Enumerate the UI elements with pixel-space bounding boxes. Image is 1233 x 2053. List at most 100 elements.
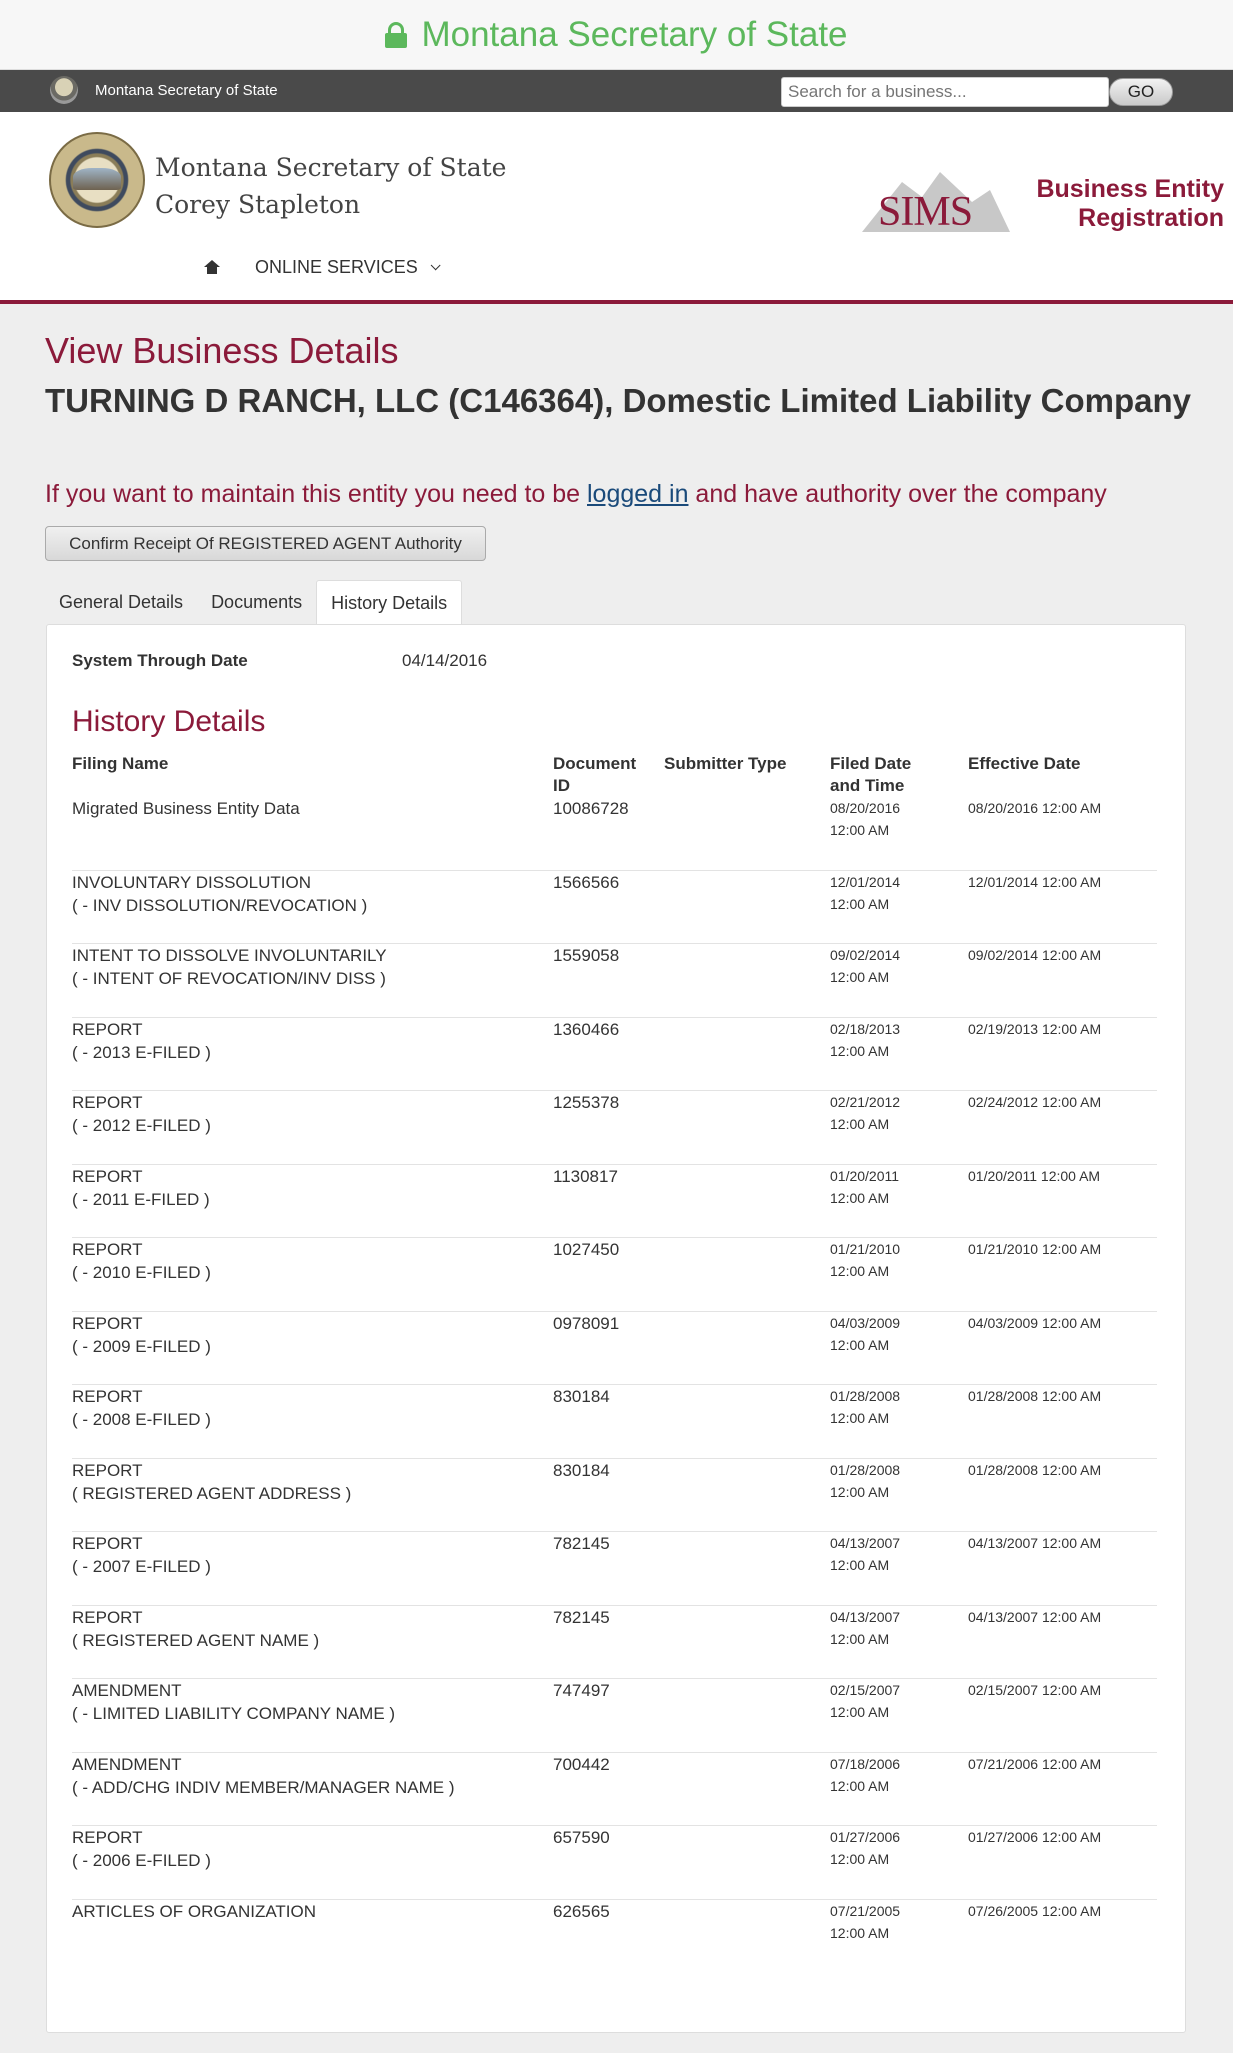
browser-address-bar[interactable]: Montana Secretary of State bbox=[0, 0, 1233, 70]
filing-subtype: ( - 2011 E-FILED ) bbox=[72, 1189, 210, 1209]
tab-documents[interactable]: Documents bbox=[197, 580, 316, 624]
filed-date-cell: 01/27/2006 12:00 AM bbox=[830, 1826, 930, 1870]
filing-subtype: ( - LIMITED LIABILITY COMPANY NAME ) bbox=[72, 1704, 396, 1723]
filed-date: 01/28/2008 bbox=[830, 1388, 901, 1404]
filing-name-cell: AMENDMENT ( - ADD/CHG INDIV MEMBER/MANAGE… bbox=[72, 1753, 542, 1799]
header-divider bbox=[0, 300, 1233, 304]
filing-name: REPORT bbox=[72, 1387, 143, 1406]
filing-name-cell: REPORT ( - 2007 E-FILED ) bbox=[72, 1532, 542, 1578]
online-services-menu[interactable]: ONLINE SERVICES bbox=[255, 257, 418, 278]
filing-name-cell: REPORT ( - 2012 E-FILED ) bbox=[72, 1091, 542, 1137]
filed-time: 12:00 AM bbox=[830, 1410, 890, 1426]
tab-general-details[interactable]: General Details bbox=[45, 580, 197, 624]
filed-date: 07/18/2006 bbox=[830, 1755, 901, 1772]
filed-date: 04/03/2009 bbox=[830, 1314, 901, 1331]
document-id: 830184 bbox=[553, 1387, 610, 1406]
org-title[interactable]: Montana Secretary of State Corey Staplet… bbox=[155, 149, 506, 223]
filed-date-cell: 01/28/2008 12:00 AM bbox=[830, 1459, 930, 1503]
table-row: REPORT ( - 2008 E-FILED ) 830184 01/28/2008… bbox=[72, 1385, 1157, 1459]
org-name: Montana Secretary of State bbox=[155, 153, 507, 182]
filing-subtype: ( - 2006 E-FILED ) bbox=[72, 1851, 211, 1870]
filed-date: 02/18/2013 bbox=[830, 1020, 901, 1037]
search-go-button[interactable]: GO bbox=[1109, 78, 1173, 106]
filing-name-cell: REPORT ( - 2013 E-FILED ) bbox=[72, 1018, 542, 1064]
document-id: 657590 bbox=[553, 1828, 610, 1847]
filed-date: 01/20/2011 bbox=[830, 1167, 900, 1184]
col-effective-date: Effective Date bbox=[968, 754, 1081, 773]
business-search-input[interactable] bbox=[781, 77, 1109, 107]
filed-date-cell: 09/02/2014 12:00 AM bbox=[830, 944, 930, 988]
detail-tabs: General Details Documents History Detail… bbox=[45, 580, 463, 626]
filed-date-cell: 01/21/2010 12:00 AM bbox=[830, 1238, 930, 1282]
table-row: REPORT ( - 2011 E-FILED ) 1130817 01/20/201… bbox=[72, 1165, 1157, 1238]
filed-date: 09/02/2014 bbox=[830, 947, 901, 963]
document-id: 1360466 bbox=[553, 1019, 620, 1039]
filing-name: INTENT TO DISSOLVE INVOLUNTARILY bbox=[72, 946, 387, 965]
table-row: REPORT ( REGISTERED AGENT NAME ) 782145 04/… bbox=[72, 1606, 1157, 1679]
entity-title: TURNING D RANCH, LLC (C146364), Domestic… bbox=[45, 382, 1191, 419]
logged-in-link[interactable]: logged in bbox=[587, 480, 688, 508]
filed-time: 12:00 AM bbox=[830, 1777, 890, 1794]
document-id: 782145 bbox=[553, 1534, 610, 1553]
col-filed-date: Filed Date and Time bbox=[830, 754, 912, 795]
filing-name-cell: REPORT ( - 2009 E-FILED ) bbox=[72, 1312, 542, 1358]
state-seal-icon[interactable] bbox=[50, 76, 78, 104]
effective-date: 07/26/2005 12:00 AM bbox=[968, 1902, 1102, 1919]
filed-time: 12:00 AM bbox=[830, 1189, 890, 1206]
document-id: 782145 bbox=[553, 1607, 610, 1627]
filing-name: REPORT bbox=[72, 1313, 143, 1333]
effective-date: 07/21/2006 12:00 AM bbox=[968, 1755, 1102, 1772]
effective-date: 08/20/2016 12:00 AM bbox=[968, 800, 1102, 816]
page-title: View Business Details bbox=[45, 330, 399, 371]
filing-subtype: ( - ADD/CHG INDIV MEMBER/MANAGER NAME ) bbox=[72, 1777, 455, 1797]
filing-subtype: ( - 2012 E-FILED ) bbox=[72, 1116, 211, 1135]
notice-text-after: and have authority over the company bbox=[688, 480, 1107, 508]
filed-date: 08/20/2016 bbox=[830, 800, 901, 816]
history-panel: System Through Date 04/14/2016 History D… bbox=[46, 624, 1186, 2033]
filed-time: 12:00 AM bbox=[830, 822, 890, 838]
document-id: 0978091 bbox=[553, 1313, 620, 1333]
page-url-title: Montana Secretary of State bbox=[421, 14, 848, 54]
table-row: INVOLUNTARY DISSOLUTION ( - INV DISSOLUTI… bbox=[72, 871, 1157, 944]
system-through-value: 04/14/2016 bbox=[402, 651, 488, 670]
filing-name: REPORT bbox=[72, 1166, 143, 1186]
filed-date: 02/15/2007 bbox=[830, 1682, 901, 1698]
tab-history-details[interactable]: History Details bbox=[316, 580, 463, 626]
filing-name-cell: REPORT ( - 2011 E-FILED ) bbox=[72, 1165, 542, 1211]
col-submitter-type: Submitter Type bbox=[664, 754, 787, 773]
filing-name: AMENDMENT bbox=[72, 1681, 182, 1700]
table-row: REPORT ( - 2007 E-FILED ) 782145 04/13/2007… bbox=[72, 1532, 1157, 1606]
filing-name-cell: Migrated Business Entity Data bbox=[72, 797, 542, 820]
filing-name-cell: AMENDMENT ( - LIMITED LIABILITY COMPANY N… bbox=[72, 1679, 542, 1725]
effective-date: 02/24/2012 12:00 AM bbox=[968, 1094, 1102, 1110]
filing-name-cell: ARTICLES OF ORGANIZATION bbox=[72, 1900, 542, 1923]
effective-date: 01/27/2006 12:00 AM bbox=[968, 1829, 1102, 1845]
effective-date: 01/28/2008 12:00 AM bbox=[968, 1461, 1102, 1478]
filed-date: 02/21/2012 bbox=[830, 1094, 901, 1110]
filing-name: REPORT bbox=[72, 1828, 143, 1847]
filing-subtype: ( - 2010 E-FILED ) bbox=[72, 1263, 211, 1282]
filed-date-cell: 01/28/2008 12:00 AM bbox=[830, 1385, 930, 1429]
table-row: INTENT TO DISSOLVE INVOLUNTARILY ( - INTE… bbox=[72, 944, 1157, 1018]
table-row: REPORT ( REGISTERED AGENT ADDRESS ) 830184… bbox=[72, 1459, 1157, 1532]
table-row: REPORT ( - 2009 E-FILED ) 0978091 04/03/200… bbox=[72, 1312, 1157, 1385]
effective-date: 04/13/2007 12:00 AM bbox=[968, 1608, 1102, 1625]
notice-text-before: If you want to maintain this entity you … bbox=[45, 480, 587, 508]
history-table-header: Filing Name Document ID Submitter Type F… bbox=[72, 753, 1157, 797]
filed-time: 12:00 AM bbox=[830, 1263, 890, 1279]
chevron-down-icon[interactable] bbox=[430, 259, 441, 270]
filing-subtype: ( - 2009 E-FILED ) bbox=[72, 1336, 211, 1356]
filed-date: 12/01/2014 bbox=[830, 873, 901, 890]
table-row: REPORT ( - 2006 E-FILED ) 657590 01/27/2006… bbox=[72, 1826, 1157, 1900]
filed-date: 01/27/2006 bbox=[830, 1829, 901, 1845]
home-icon[interactable] bbox=[204, 260, 220, 274]
filed-time: 12:00 AM bbox=[830, 1924, 890, 1941]
filed-date-cell: 01/20/2011 12:00 AM bbox=[830, 1165, 930, 1209]
filing-subtype: ( - INV DISSOLUTION/REVOCATION ) bbox=[72, 895, 368, 915]
effective-date: 09/02/2014 12:00 AM bbox=[968, 947, 1102, 963]
filing-name: REPORT bbox=[72, 1240, 143, 1259]
site-name-link[interactable]: Montana Secretary of State bbox=[95, 70, 278, 112]
state-seal-logo[interactable] bbox=[49, 132, 145, 228]
effective-date: 01/28/2008 12:00 AM bbox=[968, 1388, 1102, 1404]
confirm-registered-agent-button[interactable]: Confirm Receipt Of REGISTERED AGENT Auth… bbox=[45, 526, 486, 561]
